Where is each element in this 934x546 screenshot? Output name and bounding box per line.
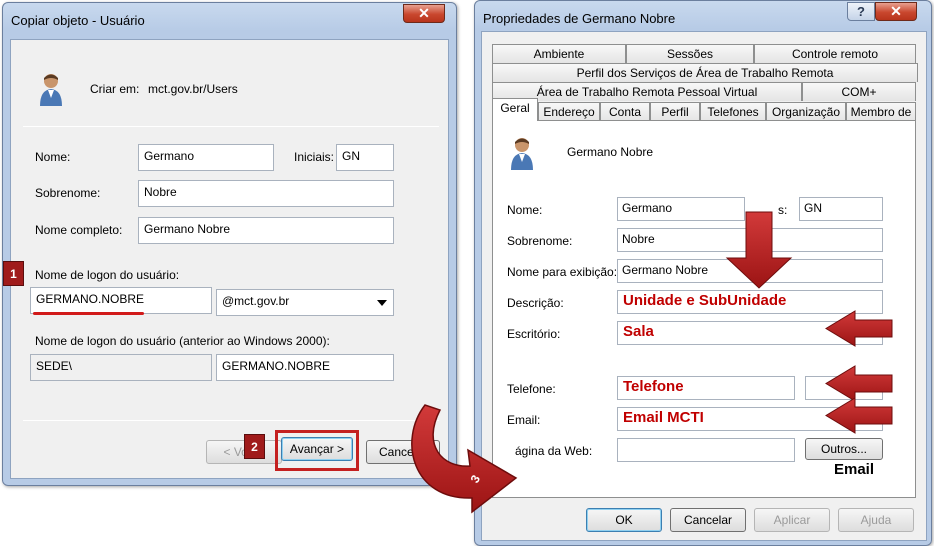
tab-geral[interactable]: Geral — [492, 98, 538, 121]
annotation-arrows — [411, 211, 893, 514]
arrow-left-icon — [825, 365, 893, 402]
arrow-down-icon — [725, 211, 793, 289]
curved-arrow-icon — [411, 404, 518, 514]
arrow-left-icon — [825, 310, 893, 347]
arrow-left-icon — [825, 397, 893, 434]
